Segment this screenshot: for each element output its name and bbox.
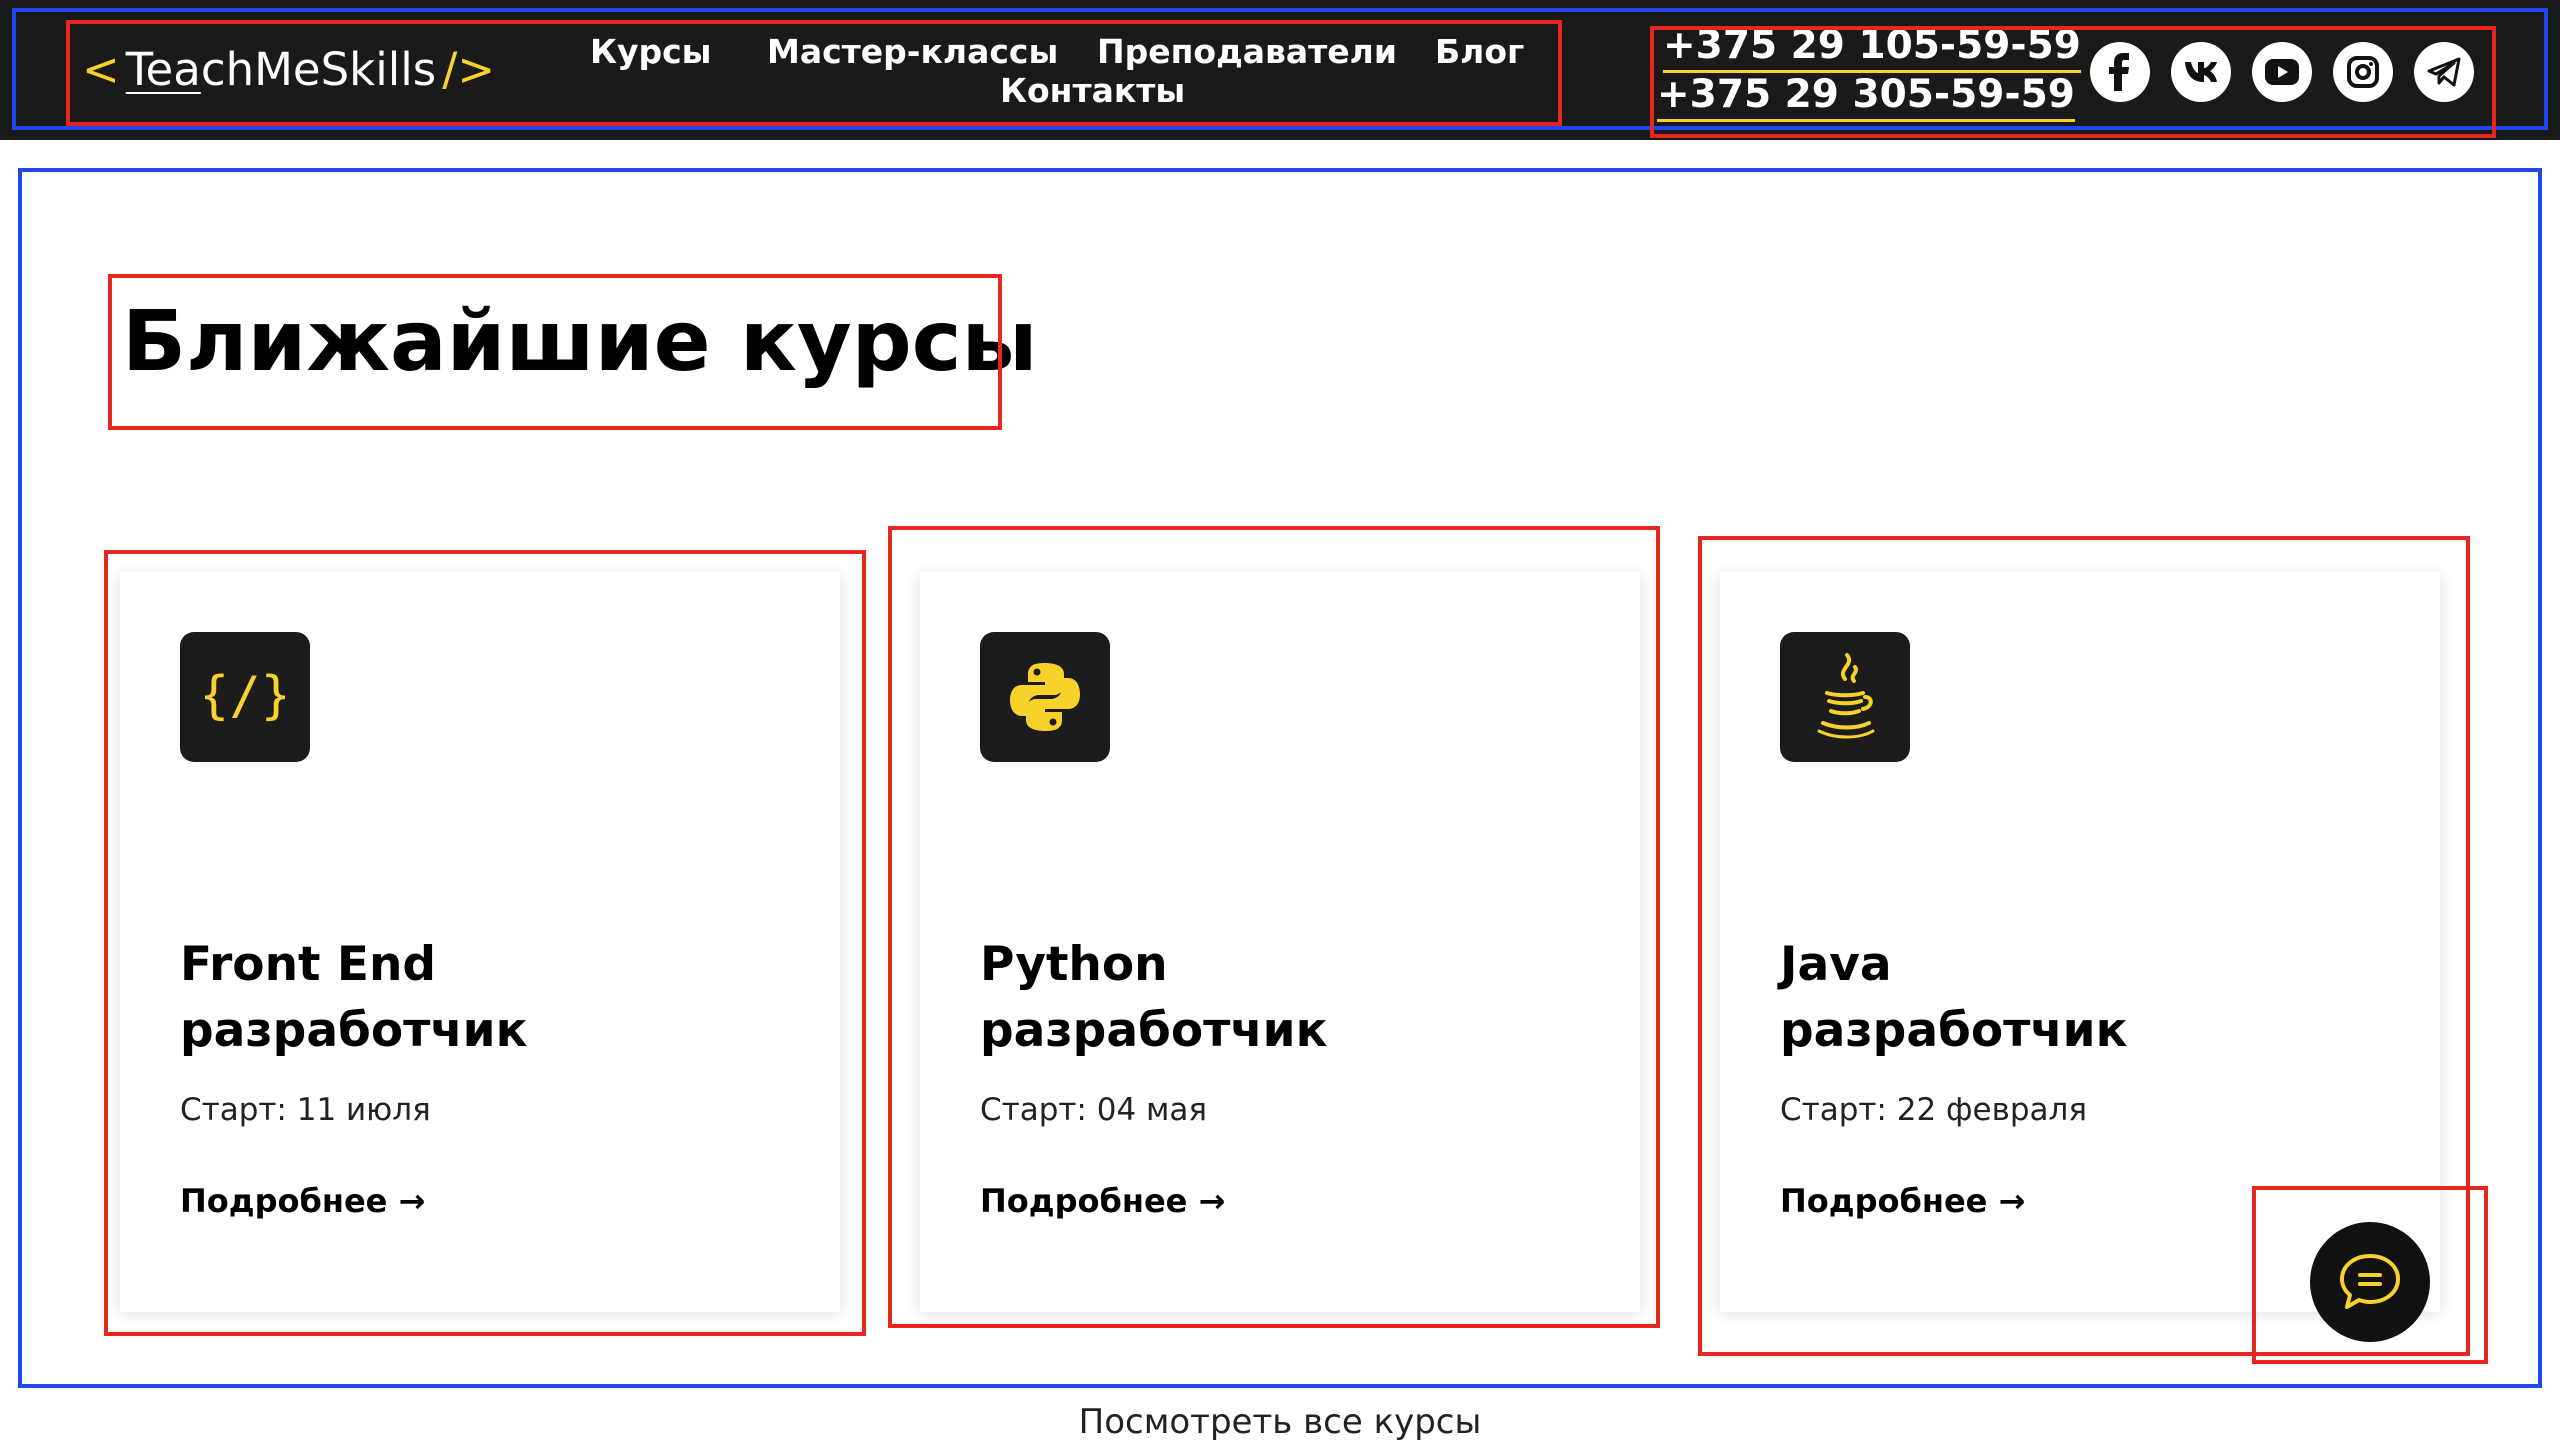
telegram-icon[interactable] (2414, 42, 2474, 102)
site-header: < TeachMeSkills /> Курсы Мастер-классы П… (0, 0, 2560, 140)
nav-contacts[interactable]: Контакты (1000, 71, 1185, 110)
logo-name-underlined: Tea (125, 42, 201, 96)
social-links (2090, 42, 2474, 102)
nav-masterclasses[interactable]: Мастер-классы (767, 32, 1058, 71)
facebook-icon[interactable] (2090, 42, 2150, 102)
logo-name-rest: chMeSkills (200, 42, 437, 96)
phone-link-2[interactable]: +375 29 305-59-59 (1657, 71, 2075, 122)
course-more-link[interactable]: Подробнее → (180, 1182, 425, 1220)
course-more-link[interactable]: Подробнее → (1780, 1182, 2025, 1220)
java-icon (1780, 632, 1910, 762)
section-title: Ближайшие курсы (122, 292, 1038, 390)
view-all-courses-link[interactable]: Посмотреть все курсы (0, 1402, 2560, 1442)
course-title-line2: разработчик (180, 1003, 528, 1058)
course-title: Java разработчик (1780, 932, 2380, 1064)
code-icon: {/} (180, 632, 310, 762)
chat-button[interactable] (2310, 1222, 2430, 1342)
instagram-icon[interactable] (2333, 42, 2393, 102)
vk-icon[interactable] (2171, 42, 2231, 102)
course-title: Front End разработчик (180, 932, 780, 1064)
course-card-python[interactable]: Python разработчик Старт: 04 мая Подробн… (920, 572, 1640, 1312)
python-icon (980, 632, 1110, 762)
course-card-java[interactable]: Java разработчик Старт: 22 февраля Подро… (1720, 572, 2440, 1312)
svg-text:{/}: {/} (205, 666, 285, 726)
course-more-link[interactable]: Подробнее → (980, 1182, 1225, 1220)
course-start-date: Старт: 04 мая (980, 1092, 1208, 1128)
course-start-date: Старт: 22 февраля (1780, 1092, 2088, 1128)
logo-right-bracket: /> (442, 42, 496, 96)
course-title: Python разработчик (980, 932, 1580, 1064)
logo-name: TeachMeSkills (126, 43, 436, 96)
nav-courses[interactable]: Курсы (590, 32, 712, 71)
youtube-icon[interactable] (2252, 42, 2312, 102)
chat-bubble-icon (2340, 1254, 2400, 1309)
course-title-line1: Java (1780, 937, 1892, 992)
logo-left-bracket: < (82, 42, 120, 96)
site-logo[interactable]: < TeachMeSkills /> (82, 38, 495, 100)
course-start-date: Старт: 11 июля (180, 1092, 431, 1128)
course-title-line2: разработчик (1780, 1003, 2128, 1058)
nav-blog[interactable]: Блог (1435, 32, 1524, 71)
course-title-line1: Python (980, 937, 1168, 992)
course-title-line1: Front End (180, 937, 437, 992)
course-card-frontend[interactable]: {/} Front End разработчик Старт: 11 июля… (120, 572, 840, 1312)
phone-link-1[interactable]: +375 29 105-59-59 (1663, 22, 2081, 73)
course-title-line2: разработчик (980, 1003, 1328, 1058)
nav-teachers[interactable]: Преподаватели (1097, 32, 1397, 71)
